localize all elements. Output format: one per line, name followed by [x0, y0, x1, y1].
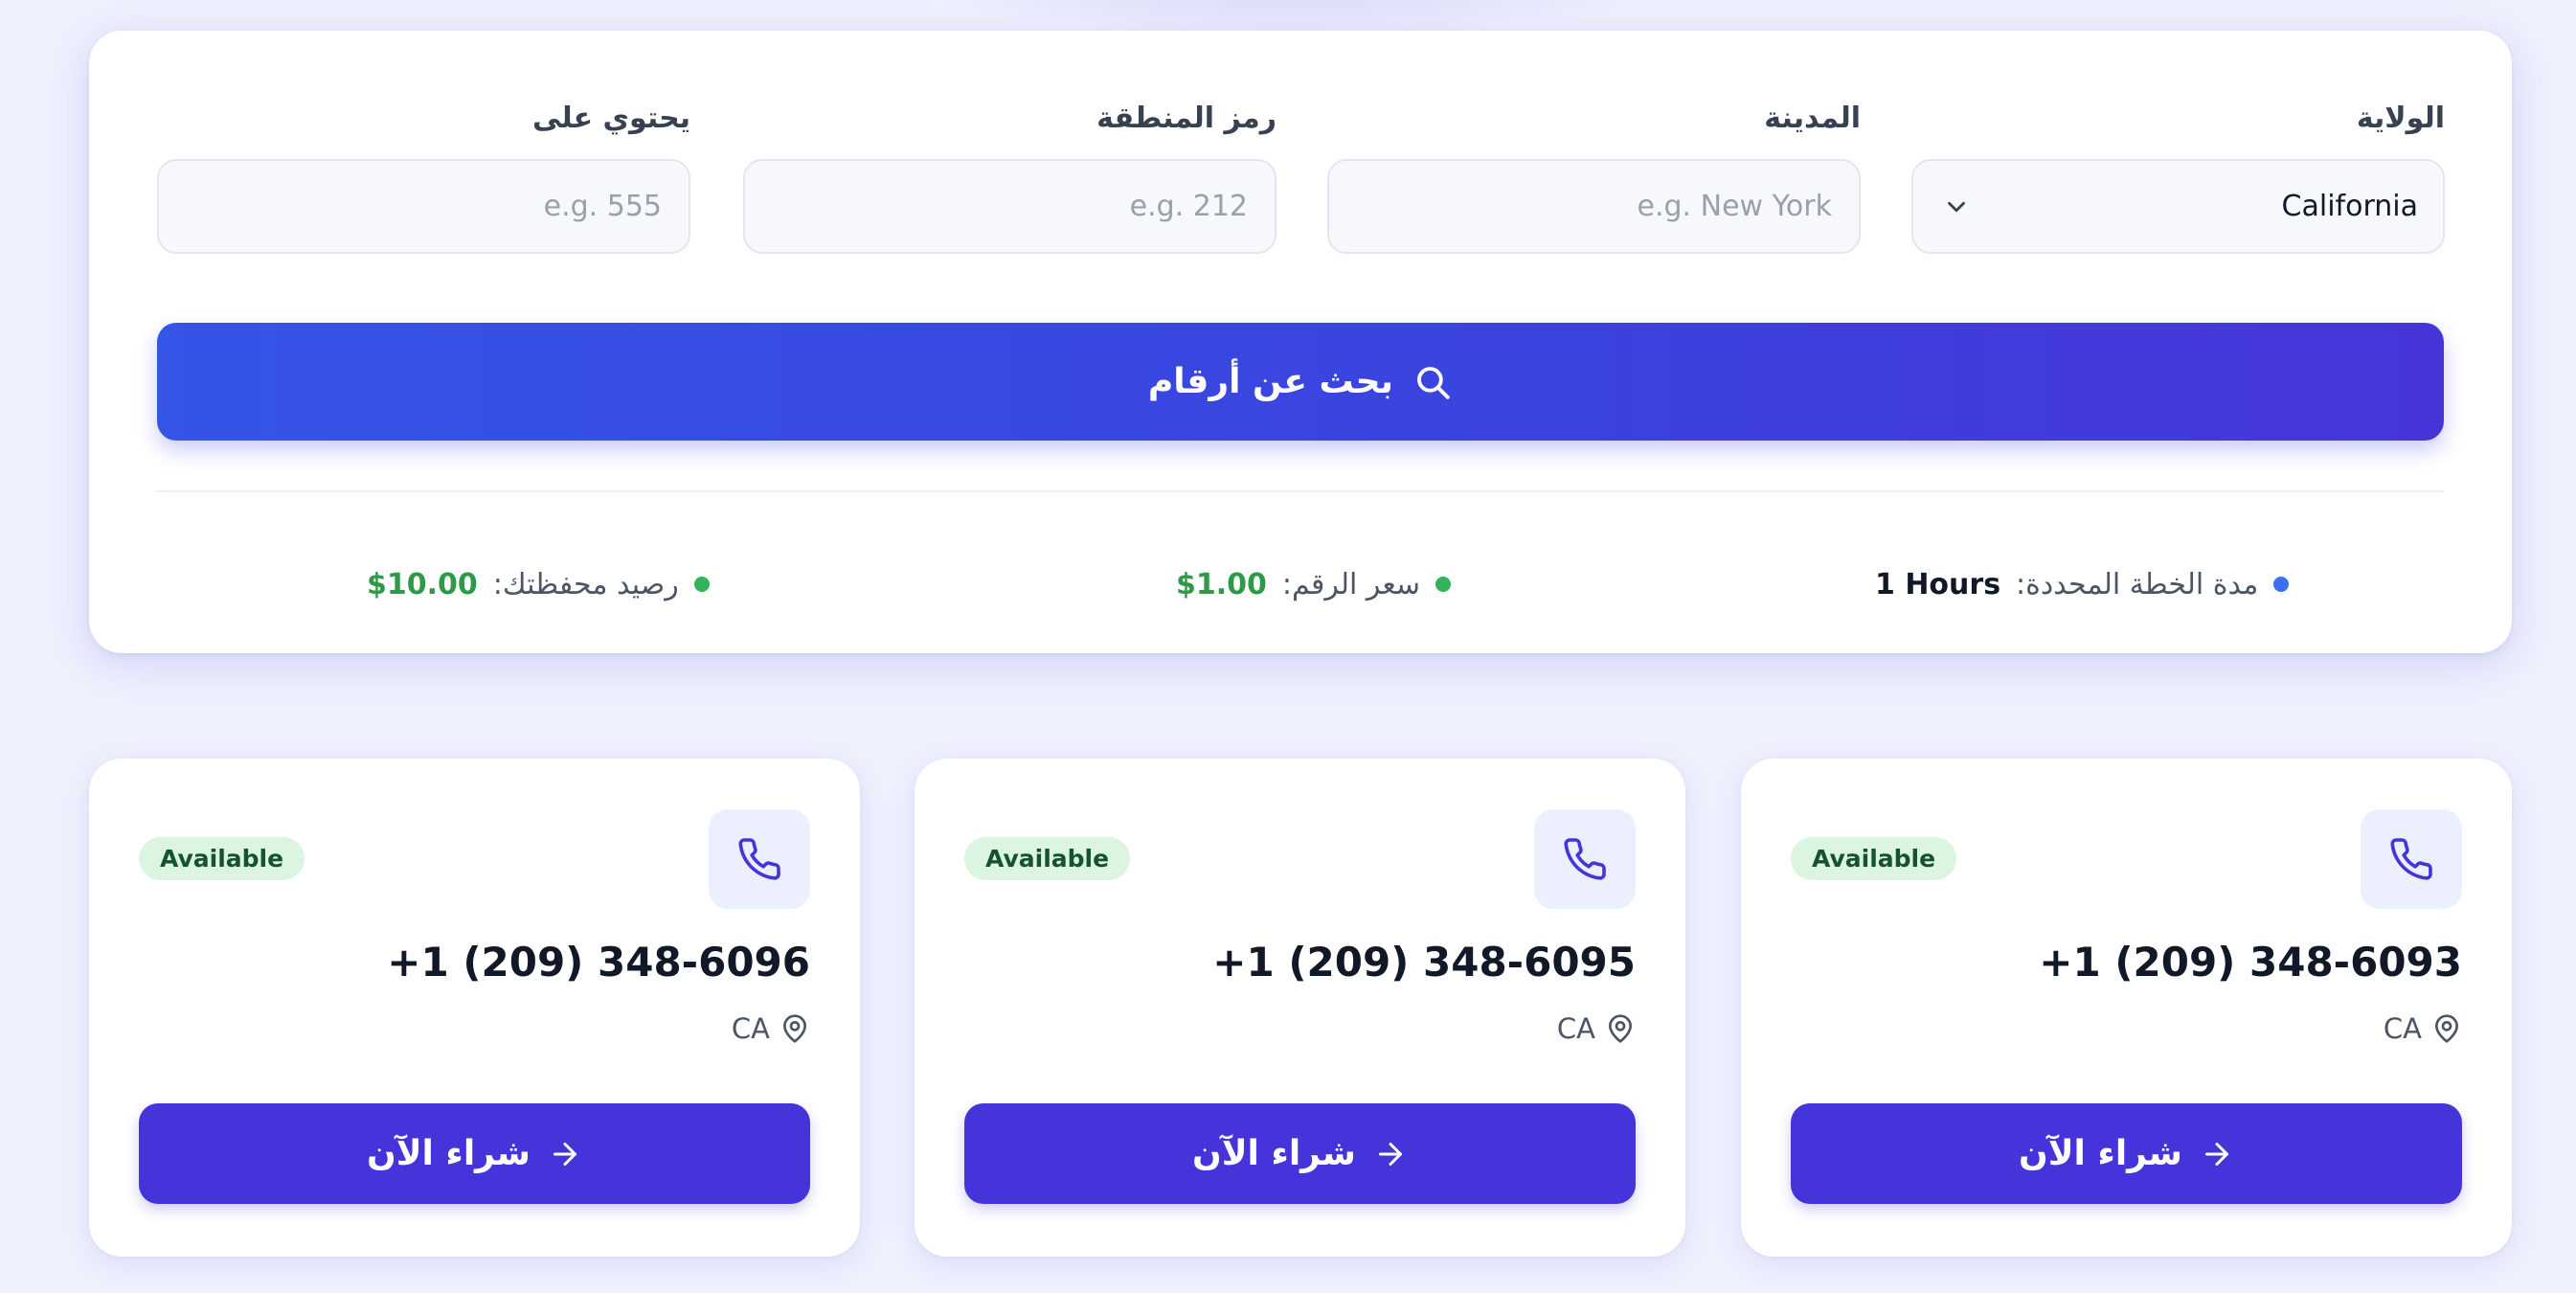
- divider: [157, 490, 2444, 492]
- buy-button-label: شراء الآن: [367, 1134, 531, 1173]
- plan-duration-label: مدة الخطة المحددة:: [2016, 567, 2259, 601]
- arrow-right-icon: [553, 1142, 576, 1166]
- buy-button-label: شراء الآن: [2019, 1134, 2182, 1173]
- map-pin-icon: [1609, 1014, 1632, 1043]
- area-code-input[interactable]: [743, 159, 1277, 254]
- phone-number: +1 (209) 348-6095: [1212, 939, 1636, 986]
- wallet-balance-info: $10.00 رصيد محفظتك:: [367, 560, 710, 608]
- phone-icon: [2390, 838, 2432, 880]
- search-panel: الولاية California المدينة رمز المنطقة ي…: [89, 31, 2512, 653]
- phone-number: +1 (209) 348-6093: [2039, 939, 2462, 986]
- chevron-down-icon: [1948, 201, 1965, 213]
- location: CA: [1557, 1009, 1636, 1048]
- phone-icon-container: [709, 809, 810, 909]
- plan-duration-info: 1 Hours مدة الخطة المحددة:: [1875, 560, 2290, 608]
- number-price-label: سعر الرقم:: [1281, 567, 1421, 601]
- number-price-info: $1.00 سعر الرقم:: [1176, 560, 1452, 608]
- status-badge: Available: [964, 837, 1131, 880]
- phone-icon: [738, 838, 780, 880]
- contains-label: يحتوي على: [532, 102, 690, 135]
- state-label: الولاية: [2356, 102, 2445, 135]
- contains-input[interactable]: [157, 159, 690, 254]
- wallet-balance-label: رصيد محفظتك:: [492, 567, 679, 601]
- search-button-label: بحث عن أرقام: [1147, 362, 1394, 401]
- plan-duration-value: 1 Hours: [1875, 567, 2001, 601]
- wallet-balance-value: $10.00: [367, 567, 478, 601]
- location-text: CA: [731, 1012, 770, 1045]
- number-card: Available +1 (209) 348-6095 CA شراء الآن: [915, 759, 1685, 1257]
- state-select-value: California: [2281, 190, 2418, 223]
- buy-now-button[interactable]: شراء الآن: [964, 1103, 1636, 1204]
- status-dot-green: [693, 577, 710, 592]
- city-label: المدينة: [1764, 102, 1861, 135]
- location: CA: [732, 1009, 810, 1048]
- location: CA: [2384, 1009, 2462, 1048]
- area-code-label: رمز المنطقة: [1096, 102, 1277, 135]
- location-text: CA: [1556, 1012, 1595, 1045]
- number-card: Available +1 (209) 348-6096 CA شراء الآن: [89, 759, 860, 1257]
- status-badge: Available: [139, 837, 305, 880]
- buy-button-label: شراء الآن: [1192, 1134, 1356, 1173]
- city-input[interactable]: [1327, 159, 1861, 254]
- number-price-value: $1.00: [1176, 567, 1267, 601]
- phone-icon-container: [2361, 809, 2462, 909]
- arrow-right-icon: [1378, 1142, 1402, 1166]
- buy-now-button[interactable]: شراء الآن: [139, 1103, 810, 1204]
- phone-icon: [1564, 838, 1606, 880]
- status-dot-green: [1435, 577, 1452, 592]
- search-icon: [1417, 366, 1450, 399]
- buy-now-button[interactable]: شراء الآن: [1791, 1103, 2462, 1204]
- status-dot-blue: [2273, 577, 2290, 592]
- phone-number: +1 (209) 348-6096: [387, 939, 810, 986]
- arrow-right-icon: [2204, 1142, 2228, 1166]
- phone-icon-container: [1534, 809, 1636, 909]
- state-select[interactable]: California: [1911, 159, 2445, 254]
- map-pin-icon: [783, 1014, 806, 1043]
- status-badge: Available: [1791, 837, 1957, 880]
- search-numbers-button[interactable]: بحث عن أرقام: [157, 323, 2444, 441]
- map-pin-icon: [2435, 1014, 2458, 1043]
- number-card: Available +1 (209) 348-6093 CA شراء الآن: [1741, 759, 2512, 1257]
- location-text: CA: [2383, 1012, 2422, 1045]
